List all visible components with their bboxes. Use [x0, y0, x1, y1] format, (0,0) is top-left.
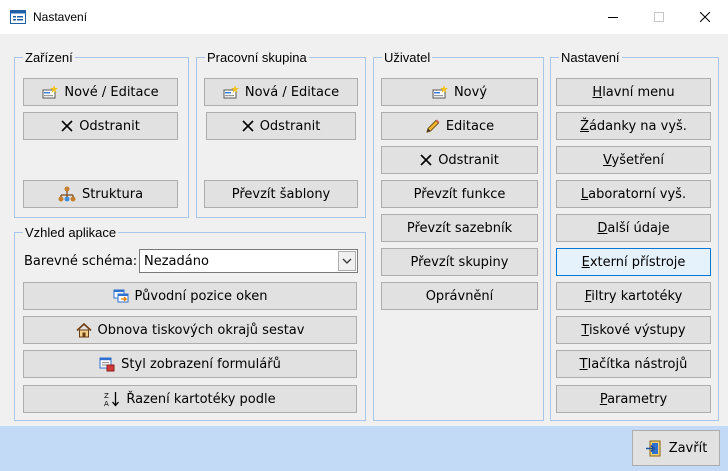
zarizeni-remove-button[interactable]: Odstranit — [23, 112, 178, 140]
zarizeni-structure-button[interactable]: Struktura — [23, 180, 178, 208]
window-title: Nastavení — [33, 10, 88, 24]
zarizeni-remove-label: Odstranit — [79, 118, 140, 134]
skupina-new-edit-button[interactable]: Nová / Editace — [204, 78, 358, 106]
window-positions-button[interactable]: Původní pozice oken — [23, 282, 357, 310]
new-record-icon — [223, 85, 239, 99]
user-edit-button[interactable]: Editace — [381, 112, 538, 140]
minimize-button[interactable] — [590, 0, 636, 34]
maximize-button[interactable] — [636, 0, 682, 34]
take-functions-button[interactable]: Převzít funkce — [381, 180, 538, 208]
close-button[interactable]: Zavřít — [632, 430, 720, 466]
sort-az-icon: ZA — [104, 391, 120, 408]
user-new-button[interactable]: Nový — [381, 78, 538, 106]
skupina-remove-label: Odstranit — [259, 118, 321, 134]
settings-item-label: Tiskové výstupy — [581, 322, 686, 338]
settings-main-menu-button[interactable]: Hlavní menu — [556, 78, 711, 106]
group-vzhled-legend: Vzhled aplikace — [25, 225, 117, 240]
svg-text:A: A — [104, 400, 109, 407]
settings-examinations-button[interactable]: Vyšetření — [556, 146, 711, 174]
take-groups-button[interactable]: Převzít skupiny — [381, 248, 538, 276]
settings-item-label: Filtry kartotéky — [584, 288, 683, 304]
skupina-templates-button[interactable]: Převzít šablony — [204, 180, 358, 208]
color-scheme-label: Barevné schéma: — [24, 254, 138, 269]
group-nastaveni-legend: Nastavení — [561, 50, 620, 65]
new-record-icon — [42, 85, 59, 99]
windows-reset-icon — [113, 289, 129, 304]
settings-item-label: Tlačítka nástrojů — [579, 356, 688, 372]
title-bar: Nastavení — [0, 0, 728, 34]
take-pricelist-label: Převzít sazebník — [406, 220, 513, 236]
form-icon — [10, 10, 26, 24]
window-positions-label: Původní pozice oken — [134, 288, 268, 304]
svg-text:Z: Z — [104, 392, 109, 400]
group-uzivatel-legend: Uživatel — [384, 50, 431, 65]
form-style-button[interactable]: Styl zobrazení formulářů — [23, 350, 357, 378]
print-margins-label: Obnova tiskových okrajů sestav — [97, 322, 305, 338]
settings-item-label: Vyšetření — [602, 152, 665, 168]
sort-cards-button[interactable]: ZA Řazení kartotéky podle — [23, 385, 357, 413]
group-zarizeni-legend: Zařízení — [25, 50, 73, 65]
close-icon — [700, 12, 710, 22]
maximize-icon — [654, 12, 664, 22]
close-window-button[interactable] — [682, 0, 728, 34]
color-scheme-value: Nezadáno — [144, 253, 209, 269]
bottom-bar — [0, 426, 728, 471]
pencil-icon — [425, 119, 440, 134]
user-remove-label: Odstranit — [438, 152, 499, 168]
settings-external-devices-button[interactable]: Externí přístroje — [556, 248, 711, 276]
skupina-new-edit-label: Nová / Editace — [244, 84, 340, 100]
color-scheme-select[interactable]: Nezadáno — [139, 249, 358, 273]
settings-print-outputs-button[interactable]: Tiskové výstupy — [556, 316, 711, 344]
settings-toolbar-buttons-button[interactable]: Tlačítka nástrojů — [556, 350, 711, 378]
settings-item-label: Laboratorní vyš. — [580, 186, 687, 202]
zarizeni-new-edit-button[interactable]: Nové / Editace — [23, 78, 178, 106]
minimize-icon — [608, 17, 618, 18]
settings-item-label: Žádanky na vyš. — [580, 118, 687, 134]
skupina-templates-label: Převzít šablony — [231, 186, 331, 202]
user-remove-button[interactable]: Odstranit — [381, 146, 538, 174]
settings-parameters-button[interactable]: Parametry — [556, 385, 711, 413]
zarizeni-new-edit-label: Nové / Editace — [64, 84, 159, 100]
take-groups-label: Převzít skupiny — [410, 254, 509, 270]
settings-item-label: Hlavní menu — [592, 84, 675, 100]
settings-item-label: Další údaje — [597, 220, 670, 236]
settings-other-data-button[interactable]: Další údaje — [556, 214, 711, 242]
zarizeni-structure-label: Struktura — [81, 186, 144, 202]
new-record-icon — [432, 85, 448, 99]
delete-x-icon — [61, 120, 73, 132]
take-functions-label: Převzít funkce — [413, 186, 506, 202]
delete-x-icon — [242, 120, 254, 132]
permissions-label: Oprávnění — [425, 288, 494, 304]
delete-x-icon — [420, 154, 432, 166]
sort-cards-label: Řazení kartotéky podle — [126, 391, 276, 407]
settings-lab-exams-button[interactable]: Laboratorní vyš. — [556, 180, 711, 208]
settings-item-label: Parametry — [599, 391, 668, 407]
form-style-label: Styl zobrazení formulářů — [121, 356, 281, 372]
settings-card-filters-button[interactable]: Filtry kartotéky — [556, 282, 711, 310]
settings-requests-button[interactable]: Žádanky na vyš. — [556, 112, 711, 140]
user-new-label: Nový — [453, 84, 488, 100]
close-button-label: Zavřít — [668, 440, 708, 456]
settings-item-label: Externí přístroje — [581, 254, 686, 270]
form-style-icon — [99, 357, 115, 372]
home-icon — [75, 322, 92, 338]
chevron-down-icon[interactable] — [338, 251, 356, 271]
user-edit-label: Editace — [445, 118, 495, 134]
print-margins-button[interactable]: Obnova tiskových okrajů sestav — [23, 316, 357, 344]
skupina-remove-button[interactable]: Odstranit — [206, 112, 356, 140]
exit-door-icon — [645, 440, 663, 457]
group-pracovni-skupina-legend: Pracovní skupina — [207, 50, 307, 65]
take-pricelist-button[interactable]: Převzít sazebník — [381, 214, 538, 242]
permissions-button[interactable]: Oprávnění — [381, 282, 538, 310]
tree-structure-icon — [58, 186, 76, 202]
